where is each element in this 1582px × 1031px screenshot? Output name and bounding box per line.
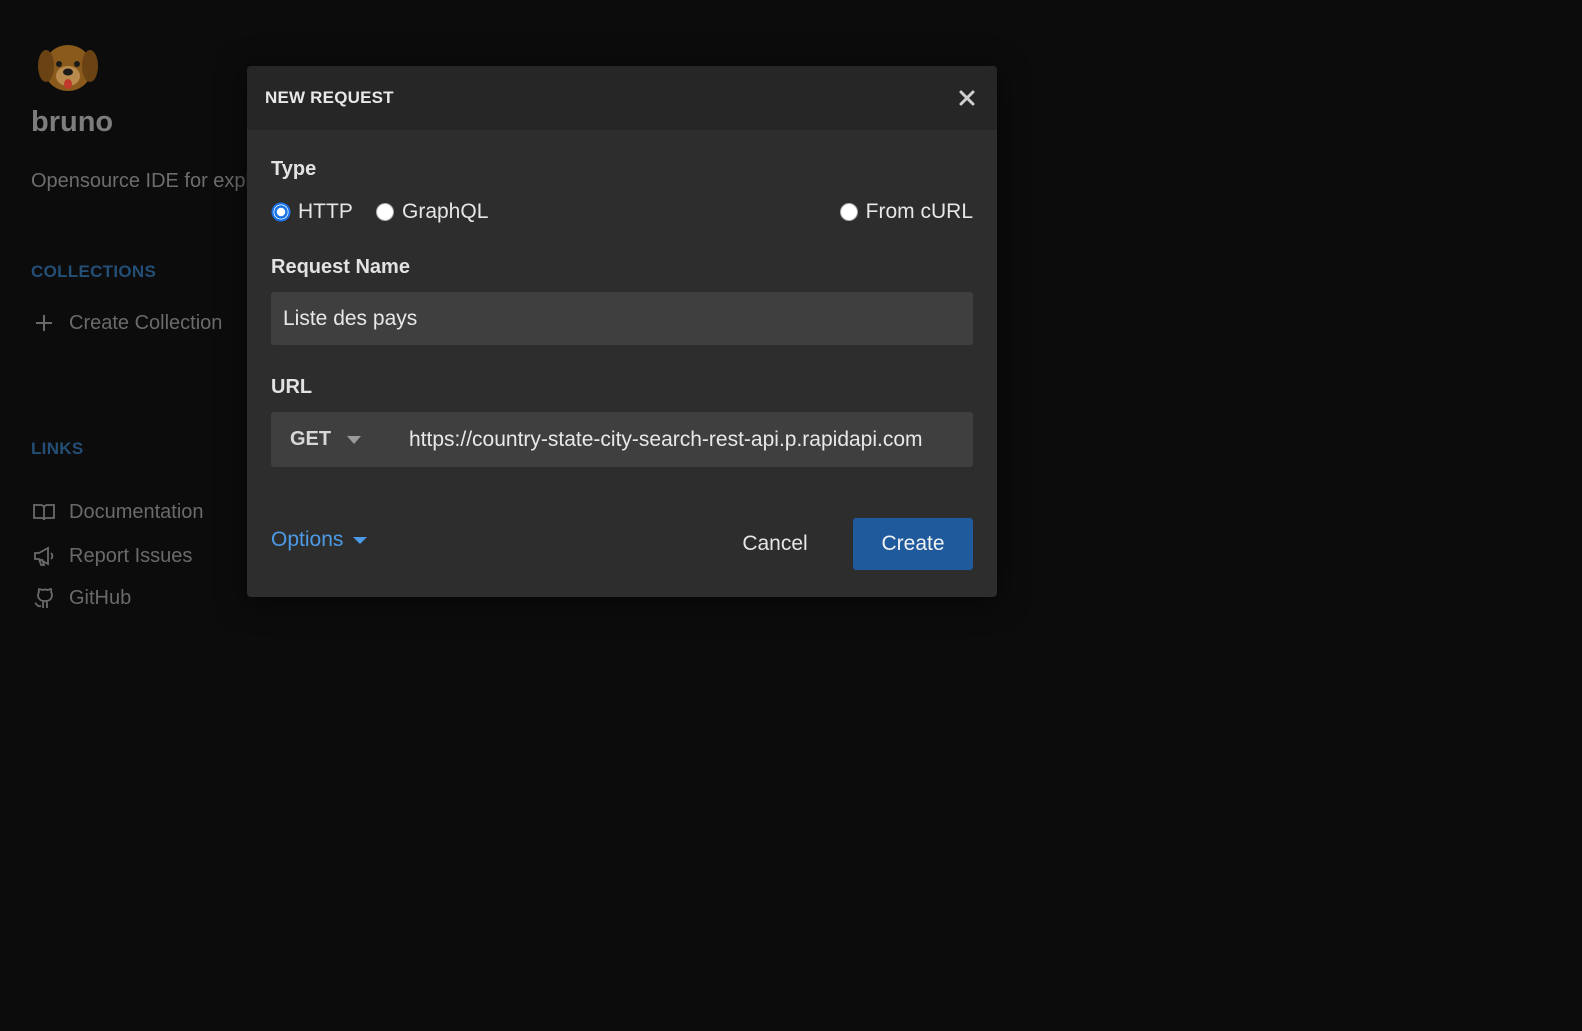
radio-graphql-label: GraphQL [402, 200, 489, 223]
github-label: GitHub [69, 586, 132, 609]
method-label: GET [290, 428, 332, 450]
request-name-label: Request Name [271, 256, 410, 278]
radio-http-label: HTTP [298, 200, 353, 223]
url-field: GET https://country-state-city-search-re… [271, 412, 973, 467]
options-toggle[interactable]: Options [271, 528, 368, 552]
github-link[interactable]: GitHub [31, 585, 131, 611]
book-icon [31, 499, 57, 525]
request-name-input[interactable] [271, 292, 973, 345]
type-label: Type [271, 158, 317, 180]
type-radio-group: HTTP GraphQL From cURL [271, 200, 973, 226]
radio-unchecked-icon [839, 203, 858, 221]
report-issues-link[interactable]: Report Issues [31, 543, 192, 569]
new-request-modal: NEW REQUEST Type HTTP GraphQL From cURL [247, 66, 997, 597]
radio-checked-icon [271, 202, 291, 222]
radio-unchecked-icon [376, 203, 394, 221]
create-button[interactable]: Create [853, 518, 973, 570]
collections-title: COLLECTIONS [31, 262, 157, 281]
close-button[interactable] [955, 86, 979, 110]
create-collection-label: Create Collection [69, 311, 223, 334]
radio-http[interactable]: HTTP [271, 200, 353, 224]
radio-from-curl[interactable]: From cURL [839, 200, 973, 224]
method-select[interactable]: GET [271, 412, 409, 467]
report-issues-label: Report Issues [69, 544, 193, 567]
documentation-link[interactable]: Documentation [31, 499, 204, 525]
url-label: URL [271, 376, 313, 398]
modal-header: NEW REQUEST [247, 66, 997, 130]
links-title: LINKS [31, 439, 84, 458]
cancel-button[interactable]: Cancel [723, 518, 827, 570]
create-collection-link[interactable]: Create Collection [31, 310, 222, 336]
options-label: Options [271, 528, 344, 551]
github-icon [31, 585, 57, 611]
close-icon [959, 90, 975, 106]
bruno-logo [38, 45, 98, 91]
radio-graphql[interactable]: GraphQL [375, 200, 488, 224]
caret-down-icon [353, 536, 368, 544]
megaphone-icon [31, 543, 57, 569]
documentation-label: Documentation [69, 500, 204, 523]
app-window: bruno Opensource IDE for exploring and t… [0, 0, 1582, 1031]
plus-icon [31, 310, 57, 336]
url-input[interactable]: https://country-state-city-search-rest-a… [409, 428, 973, 452]
modal-title: NEW REQUEST [265, 88, 394, 107]
chevron-down-icon [347, 435, 362, 444]
radio-from-curl-label: From cURL [865, 200, 973, 223]
brand-name: bruno [31, 106, 114, 138]
